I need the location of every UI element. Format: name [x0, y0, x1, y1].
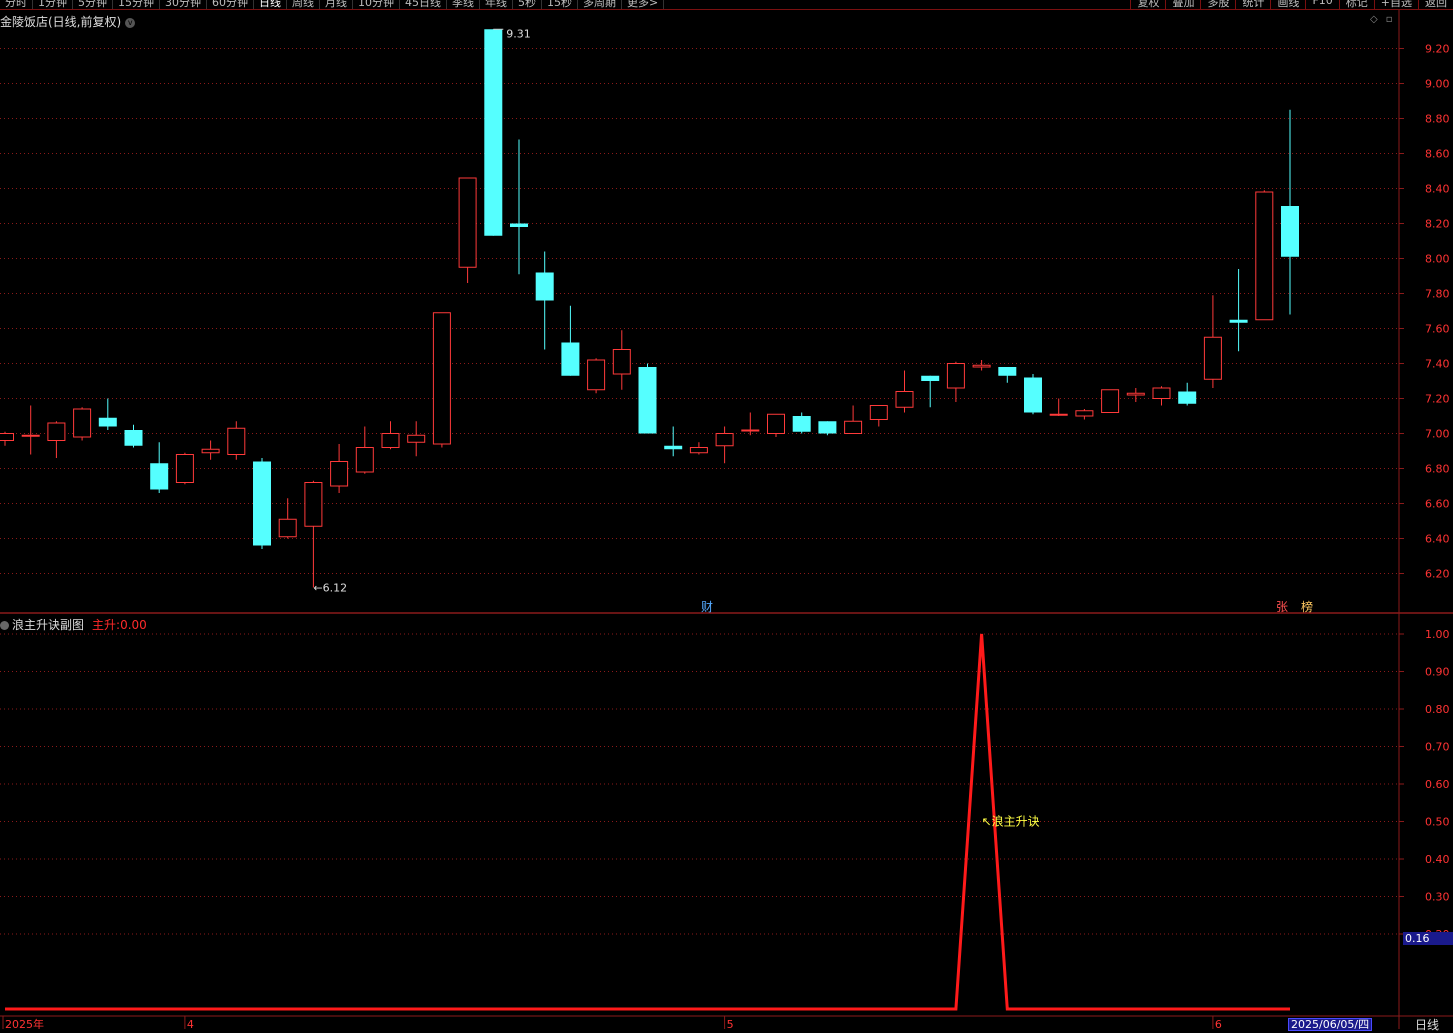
x-tick-label: 2025年 [5, 1017, 44, 1029]
candle-body [767, 413, 785, 434]
candle-body [1049, 413, 1068, 416]
candle-body [175, 454, 194, 483]
candle-body [150, 463, 169, 490]
sub-y-tick-label: 1.00 [1425, 628, 1450, 641]
candle-body [664, 445, 683, 450]
candle-body [1281, 206, 1299, 257]
main-y-tick-label: 8.40 [1425, 183, 1450, 196]
main-y-tick-label: 6.40 [1425, 533, 1450, 546]
current-value-tag: 0.16 [1403, 932, 1453, 945]
candle-body [895, 391, 914, 408]
candle-body [407, 434, 426, 443]
candle-body [330, 461, 349, 487]
candle-body [818, 421, 837, 434]
main-y-tick-label: 8.20 [1425, 218, 1450, 231]
candle-body [278, 518, 297, 538]
candle-body [124, 430, 143, 446]
candle-body [201, 448, 220, 454]
main-y-tick-label: 8.00 [1425, 253, 1450, 266]
high-annotation-label: 9.31 [506, 27, 531, 40]
main-y-tick-label: 6.60 [1425, 498, 1450, 511]
main-y-tick-label: 9.00 [1425, 78, 1450, 91]
candle-body [47, 422, 66, 441]
candle-body [432, 312, 451, 445]
sub-y-tick-label: 0.40 [1425, 853, 1450, 866]
candle-body [1255, 191, 1274, 321]
candle-body [561, 342, 580, 376]
signal-annotation: ↖浪主升诀 [982, 814, 1040, 829]
candle-body [304, 482, 323, 527]
candle-body [715, 433, 734, 447]
candle-body [73, 408, 92, 438]
candle-body [869, 405, 888, 420]
candle-body [1203, 336, 1222, 380]
candle-body [510, 223, 528, 227]
main-y-tick-label: 7.80 [1425, 288, 1450, 301]
chart-canvas[interactable]: 9.20 9.00 8.80 8.60 8.40 8.20 8.00 7.80 7.60 7.40… [0, 0, 1453, 1029]
candle-body [1178, 391, 1197, 404]
main-y-tick-label: 7.60 [1425, 323, 1450, 336]
candle-body [587, 359, 606, 391]
main-y-tick-label: 9.20 [1425, 43, 1450, 56]
marker-bang[interactable]: 榜 [1301, 598, 1313, 615]
main-y-tick-label: 6.20 [1425, 568, 1450, 581]
sub-y-tick-label: 0.90 [1425, 666, 1450, 679]
candle-body [1075, 410, 1094, 417]
candle-body [355, 447, 374, 473]
main-y-tick-label: 6.80 [1425, 463, 1450, 476]
candle-body [638, 367, 657, 434]
candle-body [1101, 389, 1120, 413]
candle-body [1126, 392, 1145, 396]
main-y-tick-label: 7.20 [1425, 393, 1450, 406]
candle-body [535, 272, 554, 301]
main-y-tick-label: 7.00 [1425, 428, 1450, 441]
x-tick-label: 6 [1215, 1018, 1222, 1029]
candle-body [1152, 387, 1171, 399]
date-tag: 2025/06/05/四 [1288, 1018, 1373, 1031]
candle-body [741, 429, 760, 432]
x-tick-label: 4 [187, 1018, 194, 1029]
candle-body [1229, 319, 1248, 323]
marker-cai[interactable]: 财 [701, 598, 713, 615]
candle-body [998, 367, 1017, 376]
candle-body [484, 29, 503, 236]
candle-body [792, 416, 811, 432]
sub-y-tick-label: 0.50 [1425, 816, 1450, 829]
candle-body [98, 417, 117, 427]
x-tick-label: 5 [727, 1018, 734, 1029]
low-annotation-label: ←6.12 [313, 582, 347, 595]
sub-y-tick-label: 0.60 [1425, 778, 1450, 791]
indicator-line [5, 633, 1290, 1011]
candle-body [1024, 377, 1042, 413]
candle-body [921, 375, 940, 381]
candle-body [227, 427, 246, 455]
main-y-tick-label: 8.80 [1425, 113, 1450, 126]
candle-body [946, 363, 965, 389]
sub-y-tick-label: 0.30 [1425, 891, 1450, 904]
candle-body [381, 433, 400, 448]
candle-body [612, 349, 631, 375]
candle-body [972, 364, 991, 368]
marker-zhang[interactable]: 张 [1276, 598, 1288, 615]
candle-body [253, 461, 271, 546]
main-y-tick-label: 7.40 [1425, 358, 1450, 371]
candle-body [0, 433, 14, 441]
sub-y-tick-label: 0.80 [1425, 703, 1450, 716]
sub-y-tick-label: 0.70 [1425, 741, 1450, 754]
candle-body [458, 177, 477, 268]
main-y-tick-label: 8.60 [1425, 148, 1450, 161]
candle-body [689, 447, 708, 454]
period-tag: 日线 [1415, 1018, 1440, 1032]
candle-body [844, 420, 863, 434]
candle-body [21, 434, 40, 437]
